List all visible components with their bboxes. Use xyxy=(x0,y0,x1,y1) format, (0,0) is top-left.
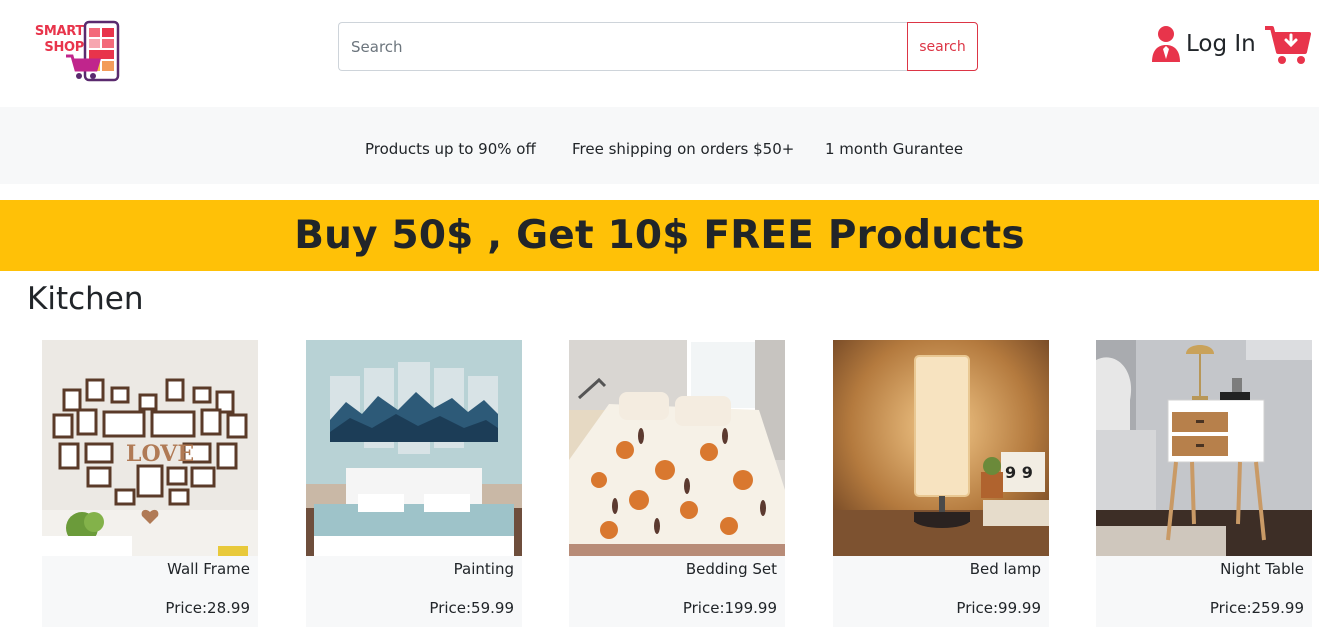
product-name: Painting xyxy=(453,560,514,578)
cart-button[interactable] xyxy=(1263,24,1311,70)
product-name: Bed lamp xyxy=(969,560,1041,578)
search-form: search xyxy=(338,22,978,71)
product-price: Price:199.99 xyxy=(682,599,777,617)
shopping-cart-icon xyxy=(1265,26,1311,64)
info-guarantee: 1 month Gurantee xyxy=(825,140,964,158)
info-bar: Products up to 90% off Free shipping on … xyxy=(0,107,1319,184)
night-table-image[interactable] xyxy=(1096,340,1312,556)
product-card-bed-lamp[interactable]: 9 9 Bed lamp Price:99.99 xyxy=(833,340,1049,627)
product-name: Night Table xyxy=(1220,560,1304,578)
svg-text:LOVE: LOVE xyxy=(126,441,194,467)
product-price: Price:59.99 xyxy=(429,599,514,617)
section-title: Kitchen xyxy=(27,281,144,317)
product-card-bedding-set[interactable]: Bedding Set Price:199.99 xyxy=(569,340,785,627)
product-price: Price:99.99 xyxy=(956,599,1041,617)
logo-phone-cart-icon xyxy=(66,20,120,82)
site-header: SMART SHOP search Log In xyxy=(0,0,1319,107)
search-button[interactable]: search xyxy=(907,22,978,71)
product-price: Price:259.99 xyxy=(1209,599,1304,617)
info-discount: Products up to 90% off xyxy=(365,140,536,158)
svg-text:9 9: 9 9 xyxy=(1005,463,1033,482)
product-card-wall-frame[interactable]: LOVE Wall Frame Price:28.99 xyxy=(42,340,258,627)
product-card-night-table[interactable]: Night Table Price:259.99 xyxy=(1096,340,1312,627)
user-icon xyxy=(1152,26,1180,62)
product-price: Price:28.99 xyxy=(165,599,250,617)
promo-banner: Buy 50$ , Get 10$ FREE Products xyxy=(0,200,1319,271)
search-input[interactable] xyxy=(338,22,908,71)
wall-frame-image[interactable]: LOVE xyxy=(42,340,258,556)
product-name: Bedding Set xyxy=(685,560,777,578)
info-free-shipping: Free shipping on orders $50+ xyxy=(572,140,795,158)
product-card-painting[interactable]: Painting Price:59.99 xyxy=(306,340,522,627)
smart-shop-logo[interactable]: SMART SHOP xyxy=(18,20,122,82)
bedding-set-image[interactable] xyxy=(569,340,785,556)
bed-lamp-image[interactable]: 9 9 xyxy=(833,340,1049,556)
product-name: Wall Frame xyxy=(167,560,250,578)
promo-text: Buy 50$ , Get 10$ FREE Products xyxy=(294,213,1025,258)
painting-image[interactable] xyxy=(306,340,522,556)
login-link[interactable]: Log In xyxy=(1150,24,1256,64)
login-label: Log In xyxy=(1186,31,1256,57)
